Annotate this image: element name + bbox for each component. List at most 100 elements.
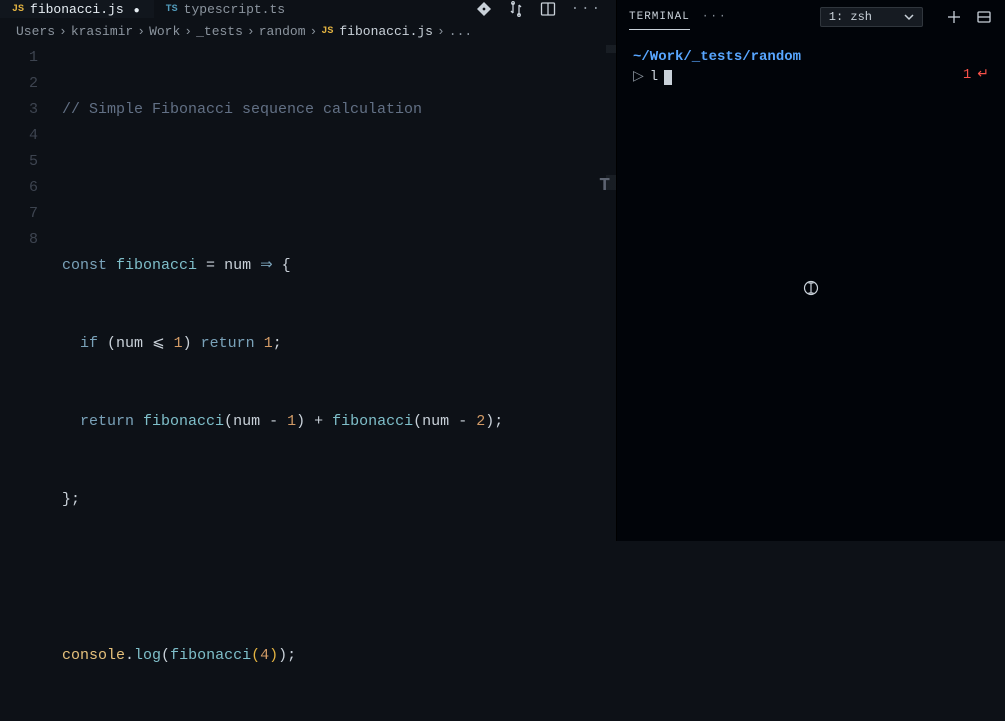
chevron-right-icon: › bbox=[437, 24, 445, 39]
code-editor[interactable]: 1 2 3 4 5 6 7 8 // Simple Fibonacci sequ… bbox=[0, 45, 616, 721]
ts-file-icon: TS bbox=[166, 4, 178, 15]
code-token: - bbox=[260, 413, 287, 430]
terminal-pane: TERMINAL ··· 1: zsh ~/Work/_tests/random… bbox=[616, 0, 1005, 541]
line-number-gutter: 1 2 3 4 5 6 7 8 bbox=[0, 45, 62, 721]
unsaved-dot-icon bbox=[130, 2, 140, 17]
code-token: 1 bbox=[174, 335, 183, 352]
code-token: ) bbox=[485, 413, 494, 430]
code-token: ( bbox=[161, 647, 170, 664]
terminal-body[interactable]: ~/Work/_tests/random ▷ l 1 ↵ bbox=[617, 34, 1005, 541]
status-code: 1 bbox=[963, 66, 971, 84]
code-token: num bbox=[422, 413, 449, 430]
terminal-input[interactable]: l bbox=[650, 68, 658, 86]
code-token: 4 bbox=[260, 647, 269, 664]
tab-actions: ··· bbox=[475, 0, 616, 18]
tab-typescript[interactable]: TS typescript.ts bbox=[154, 0, 299, 18]
line-number: 7 bbox=[0, 201, 38, 227]
code-token: }; bbox=[62, 491, 80, 508]
return-icon: ↵ bbox=[977, 66, 989, 84]
more-actions-icon[interactable]: ··· bbox=[571, 1, 602, 17]
more-actions-icon[interactable]: ··· bbox=[702, 11, 728, 23]
code-token: // Simple Fibonacci sequence calculation bbox=[62, 101, 422, 118]
chevron-right-icon: › bbox=[310, 24, 318, 39]
code-token: ) bbox=[183, 335, 192, 352]
code-token: ⇒ bbox=[251, 257, 282, 274]
breadcrumb-part[interactable]: _tests bbox=[196, 24, 243, 39]
code-token: return bbox=[192, 335, 264, 352]
code-token: num bbox=[224, 257, 251, 274]
code-token: = bbox=[197, 257, 224, 274]
editor-pane: JS fibonacci.js TS typescript.ts ··· Use… bbox=[0, 0, 616, 541]
js-file-icon: JS bbox=[321, 26, 333, 37]
chevron-right-icon: › bbox=[247, 24, 255, 39]
tab-bar: JS fibonacci.js TS typescript.ts ··· bbox=[0, 0, 616, 18]
code-token: log bbox=[134, 647, 161, 664]
code-token: fibonacci bbox=[170, 647, 251, 664]
code-token bbox=[62, 413, 80, 430]
ibeam-cursor-icon bbox=[803, 280, 819, 296]
code-token: fibonacci bbox=[332, 413, 413, 430]
line-number: 6 bbox=[0, 175, 38, 201]
terminal-selector-label: 1: zsh bbox=[829, 10, 872, 24]
split-editor-icon[interactable] bbox=[539, 0, 557, 18]
code-token: 1 bbox=[287, 413, 296, 430]
code-token: if bbox=[80, 335, 98, 352]
line-number: 2 bbox=[0, 71, 38, 97]
js-file-icon: JS bbox=[12, 4, 24, 15]
code-token: ; bbox=[494, 413, 503, 430]
line-number: 8 bbox=[0, 227, 38, 253]
terminal-tab[interactable]: TERMINAL bbox=[629, 11, 690, 30]
code-token: ( bbox=[98, 335, 116, 352]
tab-label: typescript.ts bbox=[184, 2, 285, 17]
terminal-selector[interactable]: 1: zsh bbox=[820, 7, 923, 27]
compare-changes-icon[interactable] bbox=[507, 0, 525, 18]
cursor-icon bbox=[664, 70, 672, 85]
chevron-right-icon: › bbox=[59, 24, 67, 39]
line-number: 4 bbox=[0, 123, 38, 149]
breadcrumb-part[interactable]: krasimir bbox=[71, 24, 133, 39]
breadcrumb-part[interactable]: random bbox=[259, 24, 306, 39]
breadcrumb-tail[interactable]: ... bbox=[449, 24, 472, 39]
tab-fibonacci[interactable]: JS fibonacci.js bbox=[0, 0, 154, 18]
line-number: 3 bbox=[0, 97, 38, 123]
code-token: ( bbox=[224, 413, 233, 430]
code-token: return bbox=[80, 413, 143, 430]
breadcrumb-part[interactable]: Work bbox=[149, 24, 180, 39]
code-token: ) bbox=[296, 413, 305, 430]
minimap-glyph: T bbox=[599, 173, 610, 199]
new-terminal-icon[interactable] bbox=[945, 8, 963, 26]
terminal-status: 1 ↵ bbox=[963, 66, 989, 84]
code-token: num bbox=[116, 335, 143, 352]
code-token: + bbox=[305, 413, 332, 430]
code-token: 1 bbox=[264, 335, 273, 352]
prompt-icon: ▷ bbox=[633, 68, 644, 86]
terminal-header: TERMINAL ··· 1: zsh bbox=[617, 0, 1005, 34]
source-control-icon[interactable] bbox=[475, 0, 493, 18]
code-token: num bbox=[233, 413, 260, 430]
code-token: ) bbox=[269, 647, 278, 664]
breadcrumb[interactable]: Users › krasimir › Work › _tests › random › J… bbox=[0, 18, 616, 45]
breadcrumb-file[interactable]: fibonacci.js bbox=[339, 24, 433, 39]
tab-label: fibonacci.js bbox=[30, 2, 124, 17]
code-token: 2 bbox=[476, 413, 485, 430]
breadcrumb-part[interactable]: Users bbox=[16, 24, 55, 39]
chevron-down-icon bbox=[904, 12, 914, 22]
code-token: console bbox=[62, 647, 125, 664]
code-token: ( bbox=[251, 647, 260, 664]
code-token: fibonacci bbox=[116, 257, 197, 274]
code-token: ) bbox=[278, 647, 287, 664]
line-number: 5 bbox=[0, 149, 38, 175]
code-token bbox=[62, 335, 80, 352]
code-token: fibonacci bbox=[143, 413, 224, 430]
code-token: - bbox=[449, 413, 476, 430]
split-terminal-icon[interactable] bbox=[975, 8, 993, 26]
code-token: { bbox=[282, 257, 291, 274]
code-token: ( bbox=[413, 413, 422, 430]
code-token: . bbox=[125, 647, 134, 664]
terminal-prompt-line: ▷ l bbox=[633, 68, 989, 86]
code-token: const bbox=[62, 257, 107, 274]
code-token: ; bbox=[287, 647, 296, 664]
terminal-cwd: ~/Work/_tests/random bbox=[633, 48, 989, 66]
chevron-right-icon: › bbox=[137, 24, 145, 39]
code-content[interactable]: // Simple Fibonacci sequence calculation… bbox=[62, 45, 616, 721]
